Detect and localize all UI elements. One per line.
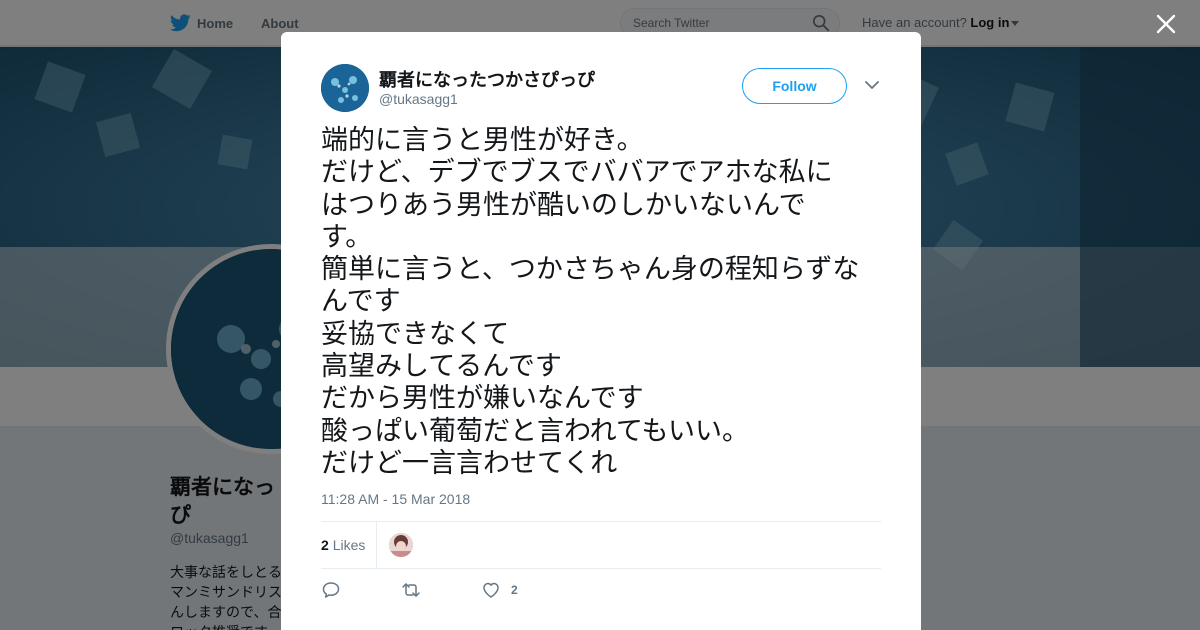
- tweet-line: だけど、デブでブスでババアでアホな私に: [321, 157, 833, 189]
- author-avatar[interactable]: [321, 64, 369, 112]
- tweet-line: 簡単に言うと、つかさちゃん身の程知らずな: [321, 254, 860, 286]
- tweet-line: んです: [321, 286, 401, 318]
- tweet-line: 酸っぱい葡萄だと言われてもいい。: [321, 415, 749, 447]
- likes-label: Likes: [332, 537, 366, 553]
- tweet-text: 端的に言うと男性が好き。 だけど、デブでブスでババアでアホな私に はつりあう男性…: [321, 125, 891, 480]
- like-button[interactable]: 2: [481, 579, 518, 601]
- close-icon[interactable]: [1152, 10, 1180, 38]
- stat-divider: [376, 522, 377, 568]
- likes-count: 2: [321, 537, 329, 553]
- liker-avatar[interactable]: [389, 533, 413, 557]
- tweet-line: はつりあう男性が酷いのしかいないんで: [321, 189, 806, 221]
- like-action-count: 2: [511, 583, 518, 597]
- tweet-line: だけど一言言わせてくれ: [321, 447, 618, 479]
- reply-button[interactable]: [321, 579, 341, 601]
- likes-stat[interactable]: 2 Likes: [321, 537, 365, 553]
- tweet-line: 端的に言うと男性が好き。: [321, 125, 644, 156]
- tweet-timestamp[interactable]: 11:28 AM - 15 Mar 2018: [321, 491, 470, 507]
- tweet-stats: 2 Likes: [321, 521, 881, 569]
- reply-icon: [322, 582, 340, 598]
- tweet-actions: 2: [321, 579, 621, 603]
- retweet-button[interactable]: [401, 579, 421, 601]
- tweet-modal: 覇者になったつかさぴっぴ @tukasagg1 Follow 端的に言うと男性が…: [281, 32, 921, 630]
- follow-button[interactable]: Follow: [742, 68, 847, 104]
- tweet-line: だから男性が嫌いなんです: [321, 383, 644, 415]
- author-handle[interactable]: @tukasagg1: [379, 91, 458, 107]
- heart-icon: [483, 582, 499, 598]
- tweet-line: 高望みしてるんです: [321, 351, 562, 383]
- tweet-line: 妥協できなくて: [321, 318, 510, 350]
- retweet-icon: [402, 583, 420, 597]
- tweet-line: す。: [321, 221, 373, 253]
- chevron-down-icon[interactable]: [864, 79, 880, 91]
- author-name[interactable]: 覇者になったつかさぴっぴ: [379, 66, 595, 92]
